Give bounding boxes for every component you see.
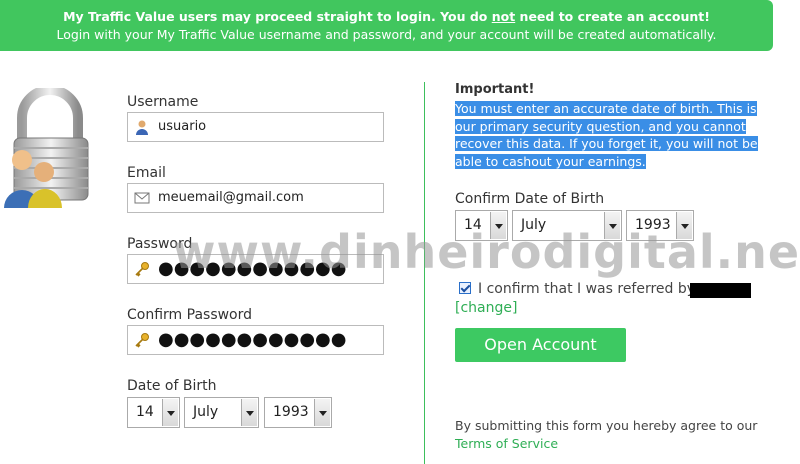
banner-line-1: My Traffic Value users may proceed strai… <box>0 8 773 26</box>
confirm-dob-label: Confirm Date of Birth <box>455 191 605 207</box>
username-value: usuario <box>158 119 207 134</box>
chevron-down-icon <box>241 399 257 426</box>
dob-day-value: 14 <box>136 404 154 420</box>
dob-month-select[interactable]: July <box>184 397 259 428</box>
banner-line-1-pre: My Traffic Value users may proceed strai… <box>63 9 492 24</box>
redacted-referrer <box>690 283 751 298</box>
dob-year-select[interactable]: 1993 <box>264 397 332 428</box>
referral-checkbox[interactable] <box>459 282 471 294</box>
confirm-password-label: Confirm Password <box>127 307 253 323</box>
dob-label: Date of Birth <box>127 378 217 394</box>
envelope-icon <box>134 192 150 204</box>
email-label: Email <box>127 165 166 181</box>
important-text: You must enter an accurate date of birth… <box>455 100 765 170</box>
key-icon <box>135 262 149 277</box>
banner-line-1-emph: not <box>491 9 516 24</box>
email-field[interactable]: meuemail@gmail.com <box>127 183 384 213</box>
confirm-password-value: ●●●●●●●●●●●● <box>158 329 347 350</box>
key-icon <box>135 333 149 348</box>
banner-line-2: Login with your My Traffic Value usernam… <box>56 27 717 42</box>
username-label: Username <box>127 94 199 110</box>
referral-text: I confirm that I was referred by <box>478 281 696 297</box>
watermark: www.dinheirodigital.net <box>173 225 800 279</box>
user-icon <box>136 120 148 135</box>
agree-text: By submitting this form you hereby agree… <box>455 418 758 433</box>
terms-of-service-link[interactable]: Terms of Service <box>455 436 558 451</box>
dob-day-select[interactable]: 14 <box>127 397 180 428</box>
banner-line-1-post: need to create an account! <box>515 9 710 24</box>
open-account-button[interactable]: Open Account <box>455 328 626 362</box>
confirm-password-field[interactable]: ●●●●●●●●●●●● <box>127 325 384 355</box>
username-field[interactable]: usuario <box>127 112 384 142</box>
padlock-users-icon <box>4 88 89 208</box>
email-value: meuemail@gmail.com <box>158 190 304 205</box>
dob-year-value: 1993 <box>273 404 309 420</box>
important-text-content: You must enter an accurate date of birth… <box>455 101 758 169</box>
chevron-down-icon <box>162 399 178 426</box>
chevron-down-icon <box>314 399 330 426</box>
info-banner: My Traffic Value users may proceed strai… <box>0 0 773 51</box>
dob-month-value: July <box>193 404 219 420</box>
change-link[interactable]: [change] <box>455 300 517 316</box>
important-title: Important! <box>455 82 535 97</box>
